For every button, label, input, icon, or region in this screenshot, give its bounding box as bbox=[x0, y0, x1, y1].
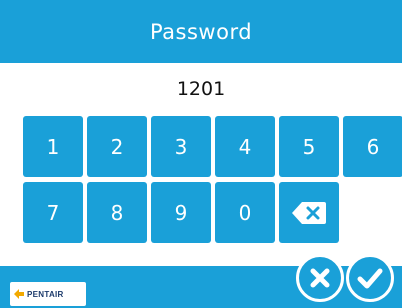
key-label: 1 bbox=[46, 134, 60, 159]
backspace-button[interactable] bbox=[279, 182, 339, 243]
key-7[interactable]: 7 bbox=[23, 182, 83, 243]
key-label: 5 bbox=[302, 134, 316, 159]
key-label: 7 bbox=[46, 200, 60, 225]
key-9[interactable]: 9 bbox=[151, 182, 211, 243]
key-label: 3 bbox=[174, 134, 188, 159]
key-label: 4 bbox=[238, 134, 252, 159]
key-8[interactable]: 8 bbox=[87, 182, 147, 243]
header-bar: Password bbox=[0, 0, 402, 63]
key-1[interactable]: 1 bbox=[23, 116, 83, 177]
password-display: 1201 bbox=[176, 78, 226, 100]
key-5[interactable]: 5 bbox=[279, 116, 339, 177]
key-label: 9 bbox=[174, 200, 188, 225]
confirm-button[interactable] bbox=[346, 254, 394, 302]
key-3[interactable]: 3 bbox=[151, 116, 211, 177]
key-label: 2 bbox=[110, 134, 124, 159]
key-6[interactable]: 6 bbox=[343, 116, 402, 177]
backspace-icon bbox=[292, 201, 326, 224]
key-0[interactable]: 0 bbox=[215, 182, 275, 243]
key-label: 6 bbox=[366, 134, 380, 159]
pentair-logo: PENTAIR bbox=[10, 282, 86, 306]
logo-mark-icon bbox=[14, 289, 24, 299]
key-label: 0 bbox=[238, 200, 252, 225]
page-title: Password bbox=[149, 19, 253, 44]
key-4[interactable]: 4 bbox=[215, 116, 275, 177]
close-icon bbox=[310, 268, 330, 288]
cancel-button[interactable] bbox=[296, 254, 344, 302]
check-icon bbox=[357, 268, 383, 289]
key-label: 8 bbox=[110, 200, 124, 225]
logo-text: PENTAIR bbox=[27, 289, 64, 299]
key-2[interactable]: 2 bbox=[87, 116, 147, 177]
